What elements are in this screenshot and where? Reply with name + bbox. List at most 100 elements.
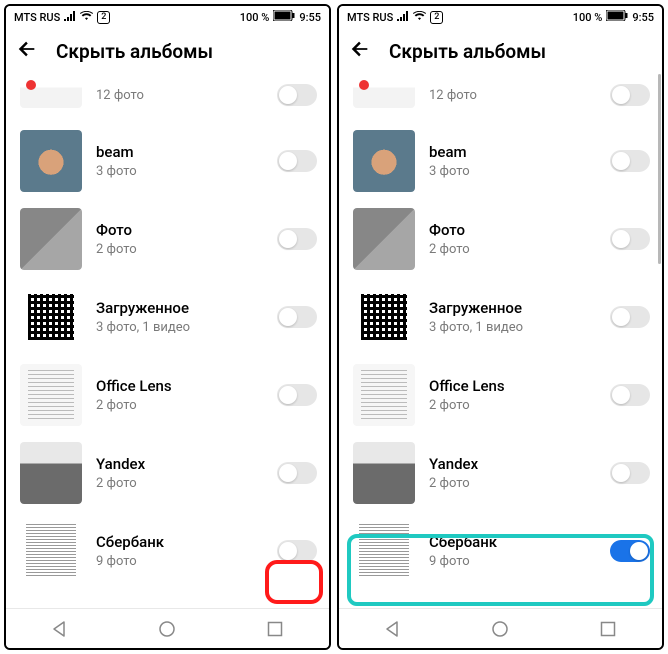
toggle-switch[interactable]: [277, 228, 317, 250]
nav-recent-button[interactable]: [260, 614, 290, 644]
toggle-switch[interactable]: [610, 228, 650, 250]
album-name: Фото: [429, 221, 596, 239]
toggle-switch[interactable]: [277, 306, 317, 328]
album-count: 2 фото: [96, 242, 263, 257]
status-bar: MTS RUS 2 100 % 9:55: [6, 6, 329, 28]
toggle-switch[interactable]: [277, 462, 317, 484]
album-row-sberbank: Сбербанк 9 фото: [339, 512, 662, 590]
album-name: Office Lens: [96, 377, 263, 395]
toggle-switch[interactable]: [610, 306, 650, 328]
toggle-switch[interactable]: [277, 384, 317, 406]
toggle-switch[interactable]: [610, 84, 650, 106]
album-name: Сбербанк: [96, 533, 263, 551]
page-title: Скрыть альбомы: [389, 40, 546, 63]
back-button[interactable]: [16, 38, 38, 64]
album-row: 12 фото: [6, 74, 329, 122]
album-count: 3 фото, 1 видео: [429, 320, 596, 335]
album-thumbnail: [353, 364, 415, 426]
phone-screen-right: MTS RUS 2 100 % 9:55 Скрыть альбомы: [337, 4, 664, 650]
battery-text: 100 %: [240, 11, 270, 24]
album-count: 2 фото: [429, 242, 596, 257]
battery-icon: [273, 10, 295, 24]
toggle-sberbank-right[interactable]: [610, 540, 650, 562]
clock: 9:55: [299, 11, 321, 24]
album-count: 2 фото: [96, 476, 263, 491]
album-thumbnail: [353, 74, 415, 108]
nav-bar: [6, 608, 329, 648]
toggle-switch[interactable]: [277, 150, 317, 172]
album-count: 9 фото: [429, 554, 596, 569]
album-list[interactable]: 12 фото beam 3 фото Фото 2 фото Загружен…: [6, 74, 329, 608]
nav-back-button[interactable]: [45, 614, 75, 644]
header-bar: Скрыть альбомы: [6, 28, 329, 74]
wifi-icon: [413, 11, 426, 24]
album-row: Yandex 2 фото: [339, 434, 662, 512]
toggle-switch[interactable]: [277, 84, 317, 106]
back-button[interactable]: [349, 38, 371, 64]
album-count: 2 фото: [429, 398, 596, 413]
album-thumbnail: [20, 130, 82, 192]
album-thumbnail: [353, 286, 415, 348]
album-count: 9 фото: [96, 554, 263, 569]
album-row: beam 3 фото: [6, 122, 329, 200]
album-name: Загруженное: [429, 299, 596, 317]
album-thumbnail: [20, 520, 82, 582]
carrier-label: MTS RUS: [347, 11, 393, 24]
toggle-switch[interactable]: [610, 384, 650, 406]
album-count: 2 фото: [96, 398, 263, 413]
album-name: Office Lens: [429, 377, 596, 395]
album-row: Office Lens 2 фото: [6, 356, 329, 434]
album-row: Yandex 2 фото: [6, 434, 329, 512]
album-thumbnail: [353, 442, 415, 504]
album-row: Загруженное 3 фото, 1 видео: [6, 278, 329, 356]
page-title: Скрыть альбомы: [56, 40, 213, 63]
sim-badge: 2: [430, 11, 443, 24]
album-name: beam: [429, 143, 596, 161]
album-name: Yandex: [96, 455, 263, 473]
album-thumbnail: [20, 286, 82, 348]
album-name: Сбербанк: [429, 533, 596, 551]
album-row-sberbank: Сбербанк 9 фото: [6, 512, 329, 590]
album-name: beam: [96, 143, 263, 161]
album-count: 2 фото: [429, 476, 596, 491]
scroll-indicator: [658, 74, 661, 264]
album-thumbnail: [20, 74, 82, 108]
carrier-label: MTS RUS: [14, 11, 60, 24]
album-row: 12 фото: [339, 74, 662, 122]
album-thumbnail: [20, 364, 82, 426]
album-thumbnail: [353, 130, 415, 192]
album-row: Фото 2 фото: [6, 200, 329, 278]
album-count: 3 фото: [96, 164, 263, 179]
album-name: Фото: [96, 221, 263, 239]
signal-icon: [64, 11, 76, 24]
nav-home-button[interactable]: [485, 614, 515, 644]
battery-icon: [606, 10, 628, 24]
album-count: 3 фото, 1 видео: [96, 320, 263, 335]
toggle-sberbank-left[interactable]: [277, 540, 317, 562]
nav-home-button[interactable]: [152, 614, 182, 644]
status-bar: MTS RUS 2 100 % 9:55: [339, 6, 662, 28]
sim-badge: 2: [97, 11, 110, 24]
nav-recent-button[interactable]: [593, 614, 623, 644]
album-thumbnail: [353, 520, 415, 582]
nav-back-button[interactable]: [378, 614, 408, 644]
album-row: Загруженное 3 фото, 1 видео: [339, 278, 662, 356]
album-name: Yandex: [429, 455, 596, 473]
album-row: beam 3 фото: [339, 122, 662, 200]
album-name: Загруженное: [96, 299, 263, 317]
toggle-switch[interactable]: [610, 462, 650, 484]
album-count: 3 фото: [429, 164, 596, 179]
album-count: 12 фото: [96, 88, 263, 103]
album-thumbnail: [20, 208, 82, 270]
wifi-icon: [80, 11, 93, 24]
album-thumbnail: [20, 442, 82, 504]
toggle-switch[interactable]: [610, 150, 650, 172]
album-list[interactable]: 12 фото beam 3 фото Фото 2 фото Загружен…: [339, 74, 662, 608]
battery-text: 100 %: [573, 11, 603, 24]
album-row: Фото 2 фото: [339, 200, 662, 278]
clock: 9:55: [632, 11, 654, 24]
header-bar: Скрыть альбомы: [339, 28, 662, 74]
nav-bar: [339, 608, 662, 648]
phone-screen-left: MTS RUS 2 100 % 9:55 Скрыть альбомы: [4, 4, 331, 650]
album-thumbnail: [353, 208, 415, 270]
